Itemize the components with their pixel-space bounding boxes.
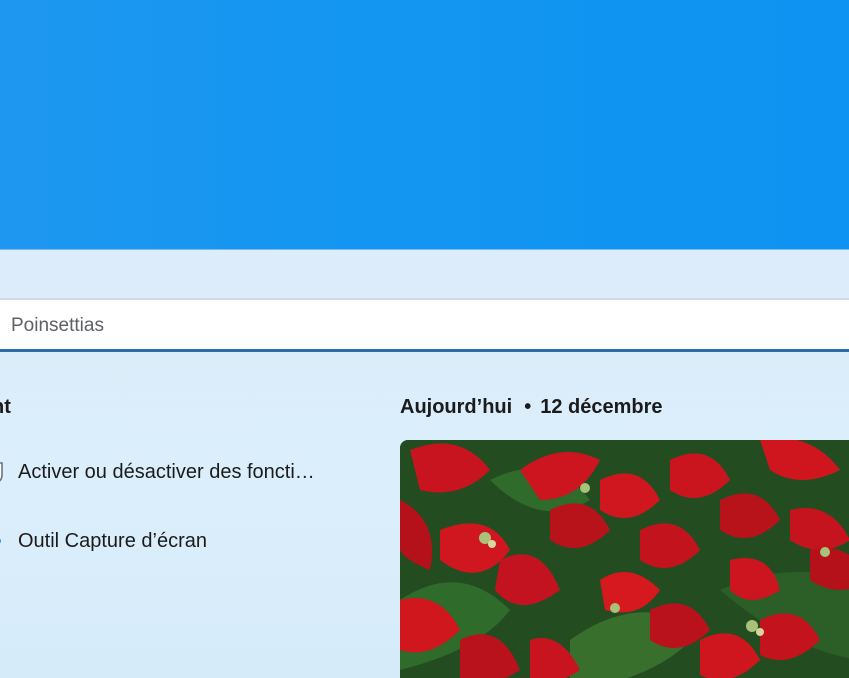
- recent-item-label: Activer ou désactiver des foncti…: [18, 460, 315, 483]
- recent-item-snipping-tool[interactable]: Outil Capture d’écran: [0, 524, 340, 558]
- recent-item-optional-features[interactable]: Activer ou désactiver des foncti…: [0, 455, 340, 489]
- today-date: 12 décembre: [540, 396, 663, 418]
- top-banner: [0, 0, 849, 250]
- poinsettia-image: [400, 440, 849, 678]
- recent-section-title: nt: [0, 396, 11, 418]
- poinsettia-image-card[interactable]: [400, 440, 849, 678]
- shield-icon: [0, 461, 4, 483]
- today-label: Aujourd’hui: [400, 396, 513, 418]
- today-header: Aujourd’hui • 12 décembre: [400, 396, 663, 419]
- recent-item-label: Outil Capture d’écran: [18, 529, 207, 552]
- search-input[interactable]: [11, 312, 791, 340]
- today-separator: •: [524, 396, 532, 418]
- snipping-tool-icon: [0, 530, 4, 552]
- search-box[interactable]: [0, 298, 849, 352]
